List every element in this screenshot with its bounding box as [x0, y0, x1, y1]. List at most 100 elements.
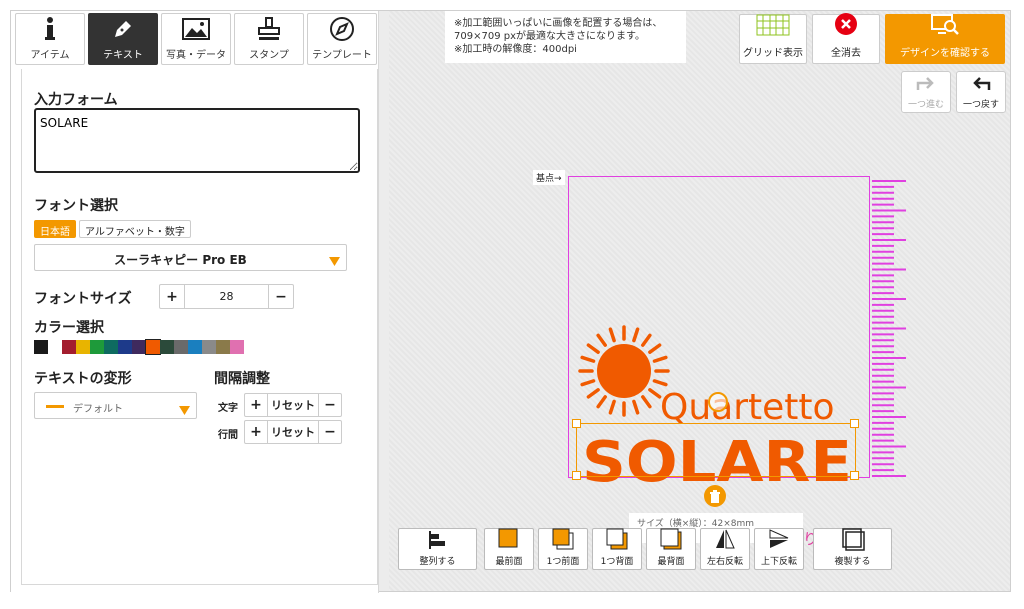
- transform-dropdown[interactable]: デフォルト: [34, 392, 197, 419]
- font-size-value[interactable]: 28: [184, 285, 269, 308]
- tab-stamp[interactable]: スタンプ: [234, 13, 304, 65]
- resize-handle[interactable]: [850, 419, 859, 428]
- tab-label: アイテム: [30, 50, 70, 61]
- duplicate-button[interactable]: 複製する: [813, 528, 892, 570]
- sun-icon: [578, 325, 670, 417]
- color-swatch[interactable]: [216, 340, 230, 354]
- line-decrease-button[interactable]: −: [319, 421, 341, 443]
- char-reset-button[interactable]: リセット: [267, 394, 319, 416]
- clear-all-button[interactable]: 全消去: [812, 13, 880, 64]
- size-increase-button[interactable]: +: [160, 285, 184, 308]
- front-label: 最前面: [495, 557, 523, 567]
- stamp-icon: [256, 15, 282, 43]
- origin-label: 基点→: [533, 170, 565, 185]
- default-line-icon: [46, 405, 64, 408]
- font-tab-alphanumeric[interactable]: アルファベット・数字: [79, 220, 191, 238]
- redo-button[interactable]: 一つ進む: [901, 71, 951, 113]
- logo-quartetto-text: Quartetto: [660, 387, 835, 428]
- clear-label: 全消去: [831, 48, 861, 59]
- redo-label: 一つ進む: [907, 100, 944, 110]
- resolution-notice: ※加工範囲いっぱいに画像を配置する場合は、 709×709 pxが最適な大きさに…: [445, 11, 686, 63]
- color-swatch[interactable]: [90, 340, 104, 354]
- flip-vertical-label: 上下反転: [760, 557, 797, 567]
- font-select-title: フォント選択: [34, 198, 118, 214]
- tab-item[interactable]: アイテム: [15, 13, 85, 65]
- sun-ray: [632, 399, 640, 415]
- color-swatch[interactable]: [160, 340, 174, 354]
- monitor-search-icon: [930, 13, 960, 40]
- bring-to-front-button[interactable]: 最前面: [484, 528, 534, 570]
- text-input[interactable]: SOLARE: [34, 108, 360, 173]
- color-swatch[interactable]: [76, 340, 90, 354]
- flip-vertical-icon: [767, 527, 791, 554]
- tab-photo-data[interactable]: 写真・データ: [161, 13, 231, 65]
- forward-icon: [551, 527, 575, 554]
- color-swatch[interactable]: [145, 339, 161, 355]
- color-swatch[interactable]: [188, 340, 202, 354]
- color-swatch[interactable]: [34, 340, 48, 354]
- sun-ray: [596, 395, 607, 409]
- align-button[interactable]: 整列する: [398, 528, 477, 570]
- send-to-back-button[interactable]: 最背面: [646, 528, 696, 570]
- font-size-title: フォントサイズ: [34, 291, 132, 307]
- input-form-title: 入力フォーム: [34, 92, 118, 108]
- tab-label: 写真・データ: [166, 50, 226, 61]
- forward-label: 1つ前面: [546, 557, 580, 567]
- sun-ray: [652, 379, 668, 387]
- color-swatch[interactable]: [48, 340, 62, 354]
- color-swatch[interactable]: [202, 340, 216, 354]
- grid-label: グリッド表示: [743, 48, 803, 59]
- font-size-stepper: + 28 −: [159, 284, 294, 309]
- rotate-handle-icon[interactable]: [708, 392, 728, 412]
- color-swatch[interactable]: [118, 340, 132, 354]
- image-icon: [182, 15, 210, 43]
- sun-ray: [586, 388, 600, 399]
- bring-forward-button[interactable]: 1つ前面: [538, 528, 588, 570]
- font-dropdown-value: スーラキャピー Pro EB: [114, 253, 247, 267]
- sun-ray: [580, 379, 596, 387]
- tool-tabs: アイテム テキスト 写真・データ スタンプ テンプレート: [15, 13, 377, 67]
- undo-button[interactable]: 一つ戻す: [956, 71, 1006, 113]
- sun-ray: [608, 327, 616, 343]
- front-icon: [497, 527, 521, 554]
- char-spacing-stepper: + リセット −: [244, 393, 342, 417]
- undo-label: 一つ戻す: [962, 100, 999, 110]
- font-tab-japanese[interactable]: 日本語: [34, 220, 76, 238]
- color-swatch[interactable]: [132, 340, 146, 354]
- line-reset-button[interactable]: リセット: [267, 421, 319, 443]
- color-swatch[interactable]: [104, 340, 118, 354]
- compass-icon: [329, 15, 355, 43]
- backward-icon: [605, 527, 629, 554]
- color-swatches: [34, 339, 244, 355]
- confirm-design-button[interactable]: デザインを確認する: [885, 14, 1005, 64]
- info-icon: [40, 15, 60, 43]
- delete-button[interactable]: [704, 485, 726, 507]
- sun-ray: [632, 327, 640, 343]
- resize-handle[interactable]: [572, 471, 581, 480]
- notice-line: ※加工範囲いっぱいに画像を配置する場合は、: [454, 18, 663, 29]
- line-increase-button[interactable]: +: [245, 421, 267, 443]
- char-decrease-button[interactable]: −: [319, 394, 341, 416]
- color-swatch[interactable]: [62, 340, 76, 354]
- line-spacing-label: 行間: [218, 430, 238, 441]
- selection-box: [576, 423, 856, 477]
- font-dropdown[interactable]: スーラキャピー Pro EB: [34, 244, 347, 271]
- redo-icon: [914, 74, 938, 97]
- resize-handle[interactable]: [572, 419, 581, 428]
- flip-horizontal-label: 左右反転: [706, 557, 743, 567]
- sun-ray: [641, 333, 652, 347]
- color-swatch[interactable]: [174, 340, 188, 354]
- flip-vertical-button[interactable]: 上下反転: [754, 528, 804, 570]
- size-decrease-button[interactable]: −: [269, 285, 293, 308]
- resize-handle[interactable]: [850, 471, 859, 480]
- flip-horizontal-button[interactable]: 左右反転: [700, 528, 750, 570]
- grid-toggle-button[interactable]: グリッド表示: [739, 14, 807, 64]
- ruler-scale: [872, 180, 906, 477]
- tab-template[interactable]: テンプレート: [307, 13, 377, 65]
- color-swatch[interactable]: [230, 340, 244, 354]
- send-backward-button[interactable]: 1つ背面: [592, 528, 642, 570]
- char-increase-button[interactable]: +: [245, 394, 267, 416]
- tab-text[interactable]: テキスト: [88, 13, 158, 65]
- line-spacing-stepper: + リセット −: [244, 420, 342, 444]
- sun-ray: [596, 333, 607, 347]
